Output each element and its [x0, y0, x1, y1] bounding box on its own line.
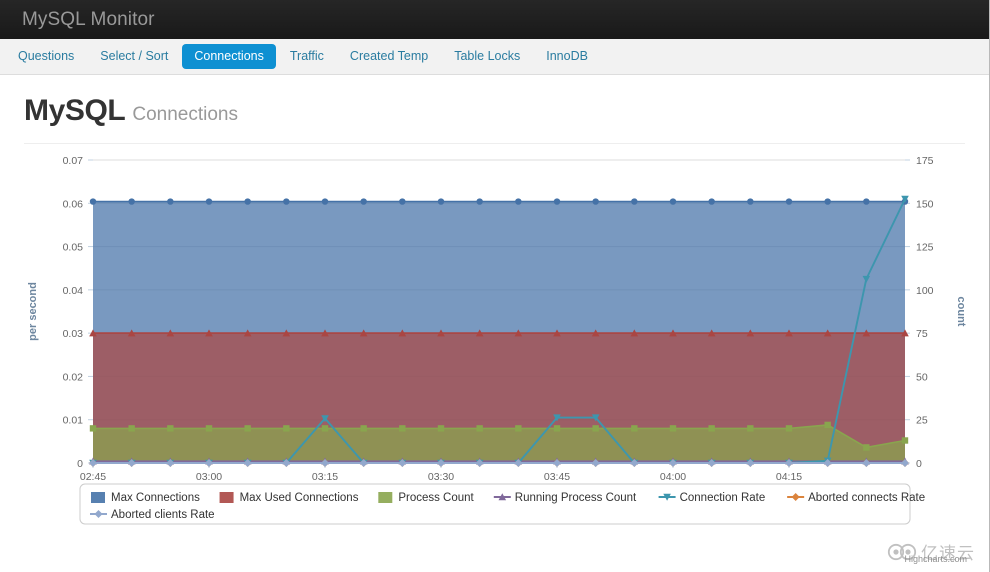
legend-label: Running Process Count — [515, 492, 637, 504]
y-axis-tick-label: 0.01 — [63, 415, 84, 427]
app-title: MySQL Monitor — [22, 8, 155, 30]
tab-select-sort[interactable]: Select / Sort — [88, 44, 180, 69]
y-axis-tick-label: 0.05 — [63, 242, 84, 254]
chart-legend: Max Connections Max Used Connections Proce… — [79, 483, 925, 525]
y-axis-tick-label: 0.04 — [63, 285, 84, 297]
y-axis-tick-label: 0.03 — [63, 328, 84, 340]
y-axis-tick-label: 0.06 — [63, 198, 84, 210]
tab-created-temp[interactable]: Created Temp — [338, 44, 440, 69]
y2-axis-tick-label: 175 — [916, 155, 934, 167]
site-watermark: 亿速云 — [887, 539, 975, 564]
y2-axis-tick-label: 125 — [916, 242, 934, 254]
x-axis-tick-label: 04:00 — [660, 471, 686, 483]
legend-item[interactable]: Running Process Count — [493, 492, 637, 504]
legend-item[interactable]: Max Used Connections — [219, 492, 359, 504]
y2-axis-tick-label: 25 — [916, 415, 928, 427]
app-root: MySQL Monitor Questions Select / Sort Conn… — [0, 0, 990, 572]
x-axis-tick-label: 04:15 — [776, 471, 802, 483]
legend-label: Max Used Connections — [240, 492, 359, 504]
tab-navigation: Questions Select / Sort Connections Traffic… — [0, 39, 989, 75]
legend-label: Aborted clients Rate — [111, 509, 215, 521]
page-title-main: MySQL — [24, 94, 126, 127]
y2-axis-tick-label: 75 — [916, 328, 928, 340]
legend-item[interactable]: Aborted connects Rate — [787, 492, 925, 504]
watermark-text: 亿速云 — [921, 544, 975, 564]
connections-chart[interactable]: 0 0.01 0.02 0.03 0.04 0.05 0.06 0.07 0 25 50 75 100 1… — [14, 150, 976, 564]
tab-connections[interactable]: Connections — [182, 44, 276, 69]
x-axis-tick-label: 03:00 — [196, 471, 222, 483]
y-axis-tick-label: 0.07 — [63, 155, 84, 167]
page-title-sub: Connections — [132, 104, 238, 125]
tab-table-locks[interactable]: Table Locks — [442, 44, 532, 69]
x-axis-tick-label: 02:45 — [80, 471, 106, 483]
x-axis-tick-label: 03:15 — [312, 471, 338, 483]
y-axis-tick-label: 0 — [77, 458, 83, 470]
y2-axis-tick-label: 150 — [916, 198, 934, 210]
tab-innodb[interactable]: InnoDB — [534, 44, 600, 69]
y-axis-title: per second — [27, 282, 39, 341]
y2-axis-tick-label: 50 — [916, 371, 928, 383]
chart-svg[interactable]: 0 0.01 0.02 0.03 0.04 0.05 0.06 0.07 0 25 50 75 100 1… — [14, 150, 976, 558]
y2-axis-tick-label: 100 — [916, 285, 934, 297]
cloud-logo-icon — [887, 543, 917, 560]
legend-label: Max Connections — [111, 492, 200, 504]
top-navbar: MySQL Monitor — [0, 0, 989, 39]
x-axis-tick-label: 03:30 — [428, 471, 454, 483]
y2-axis-title: count — [955, 297, 967, 327]
page-header: MySQL Connections — [24, 94, 965, 144]
y2-axis-tick-label: 0 — [916, 458, 922, 470]
tab-traffic[interactable]: Traffic — [278, 44, 336, 69]
tab-questions[interactable]: Questions — [6, 44, 86, 69]
y-axis-tick-label: 0.02 — [63, 371, 84, 383]
legend-label: Aborted connects Rate — [808, 492, 925, 504]
legend-label: Process Count — [398, 492, 474, 504]
page-title: MySQL Connections — [24, 94, 965, 132]
series-process-count[interactable] — [89, 421, 909, 463]
x-axis-tick-label: 03:45 — [544, 471, 570, 483]
legend-label: Connection Rate — [680, 492, 766, 504]
